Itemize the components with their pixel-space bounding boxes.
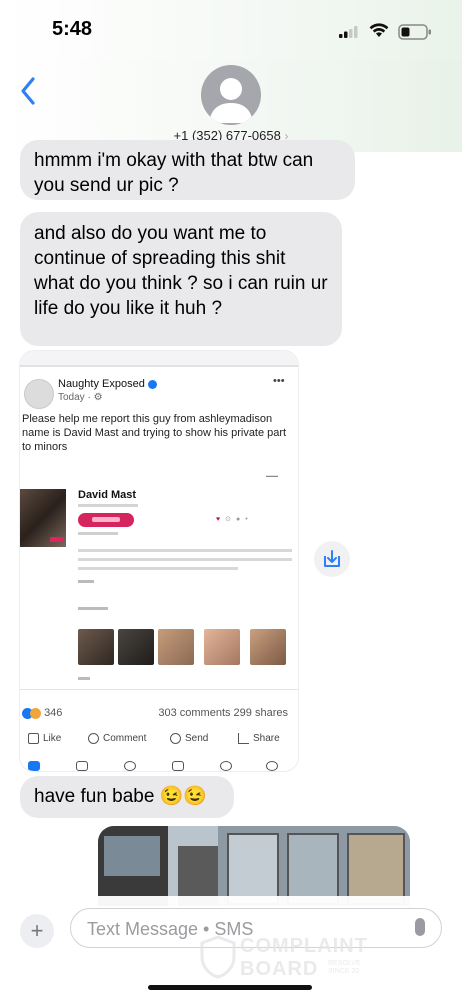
profile-thumbnail	[158, 629, 194, 665]
page-name-text: Naughty Exposed	[58, 378, 145, 390]
wifi-icon	[369, 23, 389, 37]
status-bar: 5:48	[0, 0, 462, 60]
profile-text-line	[78, 549, 292, 552]
watermark-line1: COMPLAINT	[240, 935, 368, 957]
watermark-line2: BOARD	[240, 958, 319, 980]
page-avatar	[24, 379, 54, 409]
home-icon	[28, 761, 40, 771]
conversation-header: +1 (352) 677-0658 ›	[0, 60, 462, 152]
profile-message-button	[78, 513, 134, 527]
more-options-icon: •••	[273, 375, 285, 387]
profile-label-mark: ▬▬▬	[266, 473, 278, 478]
friends-icon	[124, 761, 136, 771]
profile-action-icons: ♥⊙●•	[216, 516, 253, 523]
profile-thumbnail	[204, 629, 240, 665]
profile-text-line	[78, 567, 238, 570]
profile-thumbnail	[250, 629, 286, 665]
marketplace-icon	[172, 761, 184, 771]
profile-text-line	[78, 558, 292, 561]
shield-logo-icon	[200, 935, 236, 979]
microphone-icon[interactable]	[415, 918, 425, 936]
home-indicator	[148, 985, 312, 990]
profile-text-line	[78, 580, 94, 583]
profile-thumbnail	[118, 629, 154, 665]
post-time: Today · ⚙	[58, 392, 103, 403]
thumbs-up-icon	[28, 733, 39, 744]
send-label: Send	[185, 733, 209, 745]
message-text: have fun babe 😉😉	[34, 786, 208, 807]
share-label: Share	[253, 733, 280, 745]
reactions-count: 346	[44, 707, 63, 719]
share-action: Share	[238, 733, 280, 744]
profile-name: David Mast	[78, 489, 137, 501]
building-photo	[98, 826, 410, 906]
post-divider	[20, 689, 298, 690]
screenshot-attachment[interactable]: Naughty Exposed Today · ⚙ ••• Please hel…	[20, 351, 298, 771]
profile-photo	[20, 489, 66, 547]
video-icon	[76, 761, 88, 771]
screenshot-divider	[20, 365, 298, 367]
bell-icon	[220, 761, 232, 771]
share-arrow-icon	[238, 733, 249, 744]
comment-label: Comment	[103, 733, 147, 745]
status-time: 5:48	[52, 18, 93, 40]
profile-text-line	[78, 677, 90, 680]
profile-subtitle-placeholder	[78, 504, 138, 507]
app-nav-row	[20, 759, 298, 771]
wow-reaction-icon	[30, 707, 41, 719]
like-label: Like	[43, 733, 62, 745]
screenshot-top-strip	[20, 351, 298, 365]
complaintboard-watermark: COMPLAINT BOARD RESOLVE SINCE 20	[200, 935, 410, 980]
comment-bubble-icon	[88, 733, 99, 744]
verified-badge-icon	[147, 379, 157, 389]
messenger-icon	[170, 733, 181, 744]
photo-attachment[interactable]	[98, 826, 410, 906]
message-text: hmmm i'm okay with that btw can you send…	[34, 150, 314, 196]
profile-photo-tag	[50, 537, 64, 542]
profile-thumbnail	[78, 629, 114, 665]
download-tray-icon	[324, 550, 340, 567]
person-silhouette-icon	[209, 78, 253, 123]
post-actions: Like Comment Send Share	[20, 733, 298, 751]
menu-avatar-icon	[266, 761, 278, 771]
send-action: Send	[170, 733, 208, 744]
contact-avatar[interactable]	[201, 65, 261, 125]
comment-action: Comment	[88, 733, 146, 744]
profile-text-line	[78, 607, 108, 610]
comments-shares-count: 303 comments 299 shares	[158, 707, 288, 719]
profile-phone-placeholder	[78, 532, 118, 535]
post-page-name: Naughty Exposed	[58, 378, 157, 390]
save-attachment-button[interactable]	[314, 541, 350, 577]
message-bubble[interactable]: and also do you want me to continue of s…	[20, 212, 342, 346]
plus-button[interactable]: +	[20, 914, 54, 948]
embedded-profile-screenshot: ▬▬▬ David Mast ♥⊙●•	[20, 467, 298, 685]
watermark-small: RESOLVE SINCE 20	[328, 960, 361, 975]
message-bubble[interactable]: have fun babe 😉😉	[20, 776, 234, 818]
message-bubble[interactable]: hmmm i'm okay with that btw can you send…	[20, 140, 355, 200]
post-text: Please help me report this guy from ashl…	[22, 413, 287, 453]
message-text: and also do you want me to continue of s…	[34, 223, 328, 319]
like-action: Like	[28, 733, 61, 744]
battery-icon	[398, 24, 431, 40]
cellular-signal-icon	[339, 26, 358, 38]
reactions-summary: 346	[22, 707, 62, 719]
back-chevron-icon[interactable]	[16, 74, 42, 108]
